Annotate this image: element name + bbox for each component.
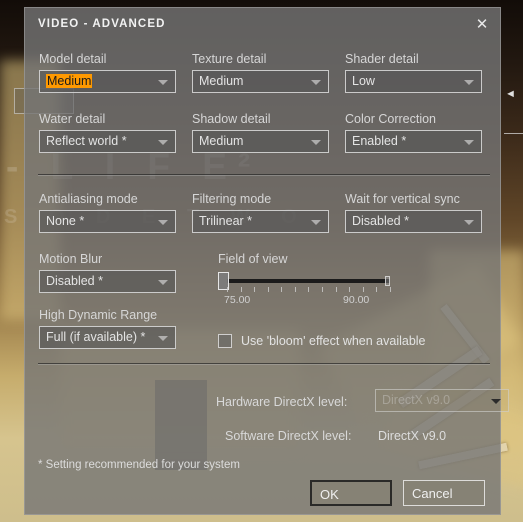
dropdown-value: DirectX v9.0	[382, 393, 451, 407]
chevron-down-icon	[158, 80, 168, 85]
hardware-directx-dropdown[interactable]: DirectX v9.0	[375, 389, 509, 412]
chevron-down-icon	[158, 336, 168, 341]
field-of-view-slider[interactable]: 75.00 90.00	[218, 270, 391, 306]
antialiasing-mode-dropdown[interactable]: None *	[39, 210, 176, 233]
field-label: Wait for vertical sync	[345, 192, 460, 206]
field-shader-detail: Shader detail Low	[345, 52, 482, 93]
field-label: Shader detail	[345, 52, 419, 66]
background-panel-separator	[504, 133, 523, 134]
dropdown-value: Reflect world *	[46, 134, 127, 148]
chevron-down-icon	[311, 140, 321, 145]
video-advanced-dialog: VIDEO - ADVANCED ✕ Model detail Medium T…	[24, 7, 509, 515]
field-label: Field of view	[218, 252, 288, 266]
software-directx-value: DirectX v9.0	[378, 429, 447, 443]
field-label: Motion Blur	[39, 252, 103, 266]
software-directx-label: Software DirectX level:	[225, 429, 352, 443]
dropdown-value: Trilinear *	[199, 214, 253, 228]
dropdown-value: Disabled *	[46, 274, 103, 288]
bloom-effect-label: Use 'bloom' effect when available	[241, 334, 426, 348]
shader-detail-dropdown[interactable]: Low	[345, 70, 482, 93]
vertical-sync-dropdown[interactable]: Disabled *	[345, 210, 482, 233]
chevron-down-icon	[464, 80, 474, 85]
field-label: Texture detail	[192, 52, 267, 66]
field-filtering-mode: Filtering mode Trilinear *	[192, 192, 329, 233]
color-correction-dropdown[interactable]: Enabled *	[345, 130, 482, 153]
left-chevron-icon: ◄	[505, 88, 516, 100]
field-label: Model detail	[39, 52, 107, 66]
chevron-down-icon	[311, 220, 321, 225]
field-water-detail: Water detail Reflect world *	[39, 112, 176, 153]
texture-detail-dropdown[interactable]: Medium	[192, 70, 329, 93]
chevron-down-icon	[491, 399, 501, 404]
motion-blur-dropdown[interactable]: Disabled *	[39, 270, 176, 293]
close-icon[interactable]: ✕	[472, 15, 492, 35]
chevron-down-icon	[158, 140, 168, 145]
field-label: Color Correction	[345, 112, 437, 126]
slider-min-label: 75.00	[224, 294, 251, 306]
dialog-titlebar: VIDEO - ADVANCED ✕	[25, 8, 500, 42]
field-of-view-group: Field of view 75.00 90.00	[218, 252, 398, 306]
dropdown-value: Full (if available) *	[46, 330, 146, 344]
field-texture-detail: Texture detail Medium	[192, 52, 329, 93]
field-label: Antialiasing mode	[39, 192, 138, 206]
dropdown-value: Medium	[199, 74, 244, 88]
water-detail-dropdown[interactable]: Reflect world *	[39, 130, 176, 153]
shadow-detail-dropdown[interactable]: Medium	[192, 130, 329, 153]
field-color-correction: Color Correction Enabled *	[345, 112, 482, 153]
bloom-effect-checkbox[interactable]	[218, 334, 232, 348]
dialog-title: VIDEO - ADVANCED	[38, 18, 166, 30]
slider-ticks	[227, 287, 391, 293]
field-motion-blur: Motion Blur Disabled *	[39, 252, 176, 293]
section-separator	[38, 174, 490, 176]
hardware-directx-label: Hardware DirectX level:	[216, 395, 348, 409]
field-vertical-sync: Wait for vertical sync Disabled *	[345, 192, 482, 233]
slider-max-label: 90.00	[343, 294, 370, 306]
chevron-down-icon	[464, 140, 474, 145]
field-label: Water detail	[39, 112, 106, 126]
chevron-down-icon	[311, 80, 321, 85]
field-antialiasing-mode: Antialiasing mode None *	[39, 192, 176, 233]
chevron-down-icon	[464, 220, 474, 225]
recommended-setting-footnote: * Setting recommended for your system	[38, 459, 240, 471]
field-label: Shadow detail	[192, 112, 271, 126]
field-label: Filtering mode	[192, 192, 272, 206]
filtering-mode-dropdown[interactable]: Trilinear *	[192, 210, 329, 233]
ok-button[interactable]: OK	[310, 480, 392, 506]
slider-end-cap	[385, 276, 390, 286]
dropdown-value: Enabled *	[352, 134, 407, 148]
dropdown-value: Medium	[199, 134, 244, 148]
field-model-detail: Model detail Medium	[39, 52, 176, 93]
slider-track	[227, 279, 390, 283]
dropdown-value: None *	[46, 214, 85, 228]
chevron-down-icon	[158, 280, 168, 285]
model-detail-dropdown[interactable]: Medium	[39, 70, 176, 93]
cancel-button[interactable]: Cancel	[403, 480, 485, 506]
dropdown-value: Medium	[46, 74, 93, 88]
field-high-dynamic-range: High Dynamic Range Full (if available) *	[39, 308, 176, 349]
chevron-down-icon	[158, 220, 168, 225]
dropdown-value: Disabled *	[352, 214, 409, 228]
high-dynamic-range-dropdown[interactable]: Full (if available) *	[39, 326, 176, 349]
field-shadow-detail: Shadow detail Medium	[192, 112, 329, 153]
field-label: High Dynamic Range	[39, 308, 158, 322]
bloom-effect-checkbox-row[interactable]: Use 'bloom' effect when available	[218, 334, 426, 348]
dropdown-value: Low	[352, 74, 375, 88]
section-separator	[38, 363, 490, 365]
